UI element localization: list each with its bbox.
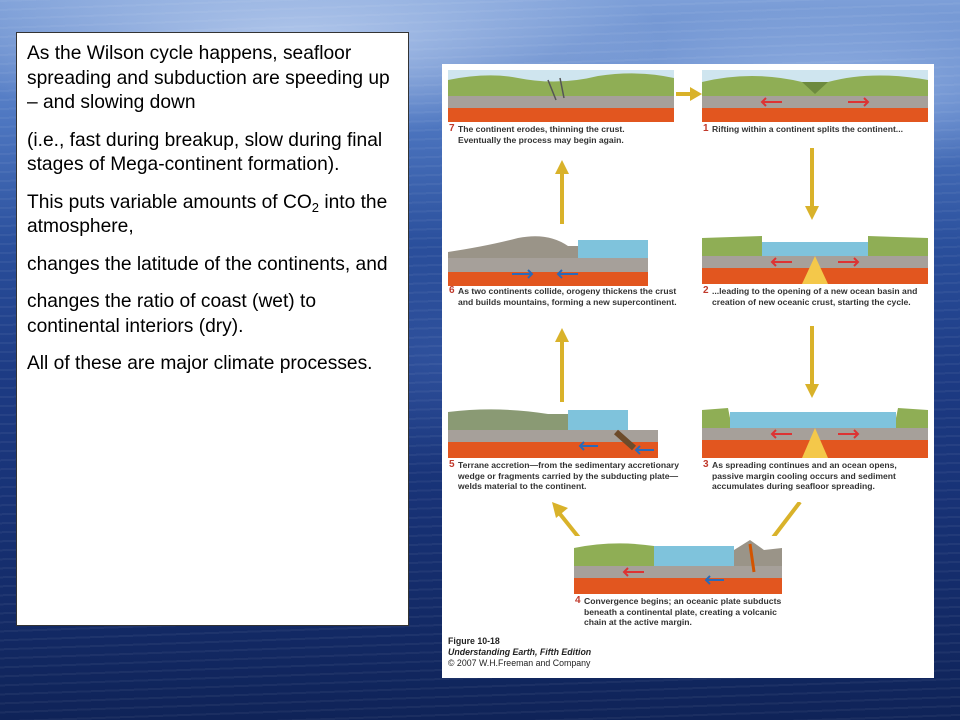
cycle-arrow-down-1 bbox=[805, 148, 819, 220]
panel-2-caption: 2 ...leading to the opening of a new oce… bbox=[703, 285, 928, 307]
panel-7-number: 7 bbox=[449, 123, 455, 134]
panel-6-text: As two continents collide, orogeny thick… bbox=[458, 286, 677, 307]
cycle-arrow-down-2 bbox=[805, 326, 819, 398]
figure-copyright: © 2007 W.H.Freeman and Company bbox=[448, 658, 591, 668]
panel-2-number: 2 bbox=[703, 285, 709, 296]
wilson-cycle-figure: 7 The continent erodes, thinning the cru… bbox=[442, 64, 934, 678]
figure-source-book: Understanding Earth, Fifth Edition bbox=[448, 647, 592, 657]
text-paragraph-4: changes the latitude of the continents, … bbox=[27, 253, 388, 275]
text-paragraph-5: changes the ratio of coast (wet) to cont… bbox=[27, 291, 317, 337]
co2-text: This puts variable amounts of CO bbox=[27, 191, 312, 213]
panel-4-diagram bbox=[574, 536, 782, 594]
panel-3-number: 3 bbox=[703, 459, 709, 470]
panel-3-caption: 3 As spreading continues and an ocean op… bbox=[703, 459, 928, 492]
panel-7-caption: 7 The continent erodes, thinning the cru… bbox=[449, 123, 668, 145]
panel-4-text: Convergence begins; an oceanic plate sub… bbox=[584, 596, 782, 628]
panel-3-text: As spreading continues and an ocean open… bbox=[712, 460, 897, 492]
panel-4-number: 4 bbox=[575, 595, 581, 606]
text-paragraph-6: All of these are major climate processes… bbox=[27, 353, 373, 374]
panel-5-diagram bbox=[448, 402, 658, 458]
panel-1-caption: 1 Rifting within a continent splits the … bbox=[703, 123, 922, 135]
cycle-arrow-up-2 bbox=[555, 328, 569, 402]
panel-6-number: 6 bbox=[449, 285, 455, 296]
panel-7-text: The continent erodes, thinning the crust… bbox=[458, 124, 625, 145]
text-paragraph-1: As the Wilson cycle happens, seafloor sp… bbox=[27, 43, 390, 113]
co2-subscript: 2 bbox=[311, 199, 319, 215]
panel-6-caption: 6 As two continents collide, orogeny thi… bbox=[449, 285, 678, 307]
panel-5-text: Terrane accretion—from the sedimentary a… bbox=[458, 460, 679, 492]
panel-1-diagram bbox=[702, 70, 928, 122]
panel-2-diagram bbox=[702, 230, 928, 284]
panel-1-text: Rifting within a continent splits the co… bbox=[712, 124, 903, 134]
cycle-arrow-right bbox=[676, 87, 702, 101]
figure-number: Figure 10-18 bbox=[448, 636, 500, 646]
figure-credit: Figure 10-18 Understanding Earth, Fifth … bbox=[448, 636, 591, 669]
panel-7-diagram bbox=[448, 70, 674, 122]
slide-text-box: As the Wilson cycle happens, seafloor sp… bbox=[16, 32, 409, 626]
panel-6-diagram bbox=[448, 232, 648, 286]
text-paragraph-3: This puts variable amounts of CO2 into t… bbox=[27, 191, 398, 240]
panel-4-caption: 4 Convergence begins; an oceanic plate s… bbox=[575, 595, 794, 628]
panel-5-caption: 5 Terrane accretion—from the sedimentary… bbox=[449, 459, 680, 492]
panel-3-diagram bbox=[702, 404, 928, 458]
cycle-arrow-up-1 bbox=[555, 160, 569, 224]
panel-2-text: ...leading to the opening of a new ocean… bbox=[712, 286, 918, 307]
panel-5-number: 5 bbox=[449, 459, 455, 470]
text-paragraph-2: (i.e., fast during breakup, slow during … bbox=[27, 129, 383, 176]
panel-1-number: 1 bbox=[703, 123, 709, 134]
